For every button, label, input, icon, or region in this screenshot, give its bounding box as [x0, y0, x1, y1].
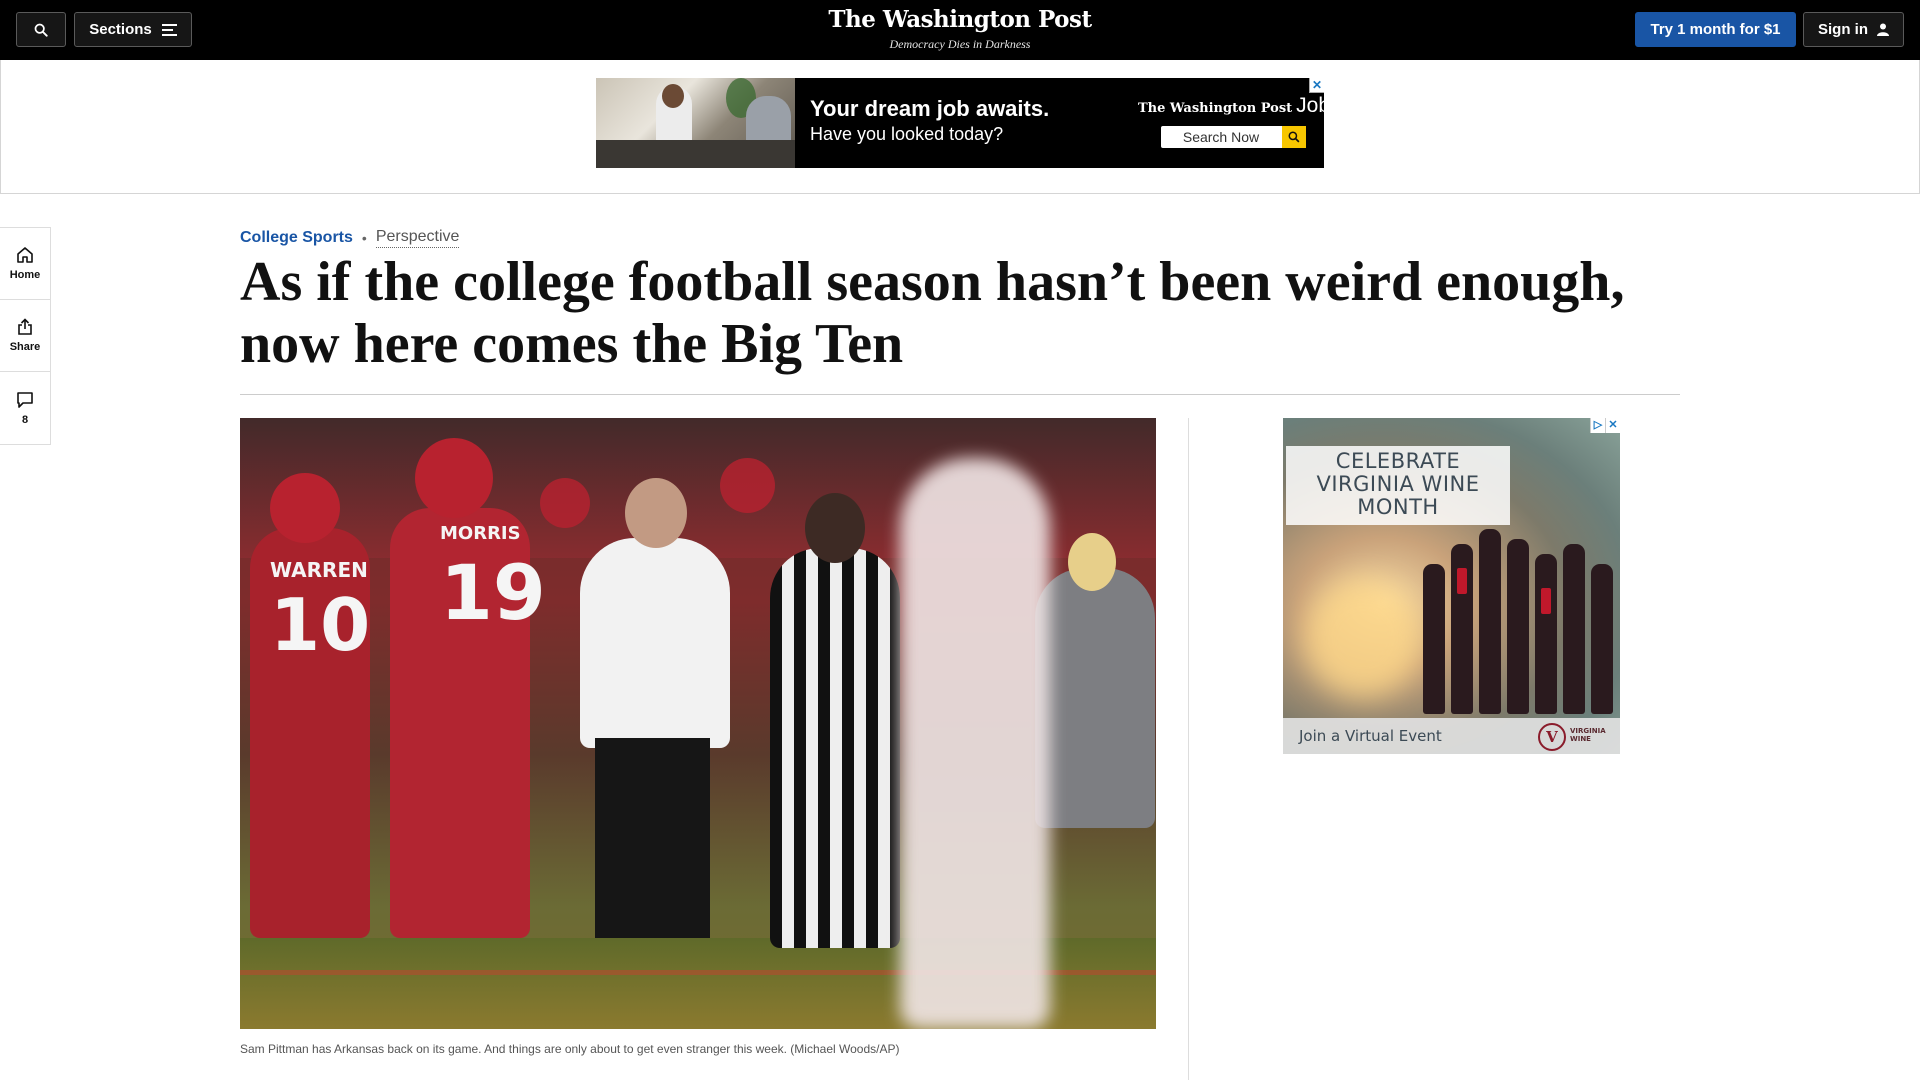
sign-in-label: Sign in	[1818, 21, 1868, 38]
user-icon	[1877, 23, 1889, 36]
ad-wine-title: CELEBRATE VIRGINIA WINE MONTH	[1286, 446, 1510, 525]
rail-comments-button[interactable]: 8	[0, 372, 50, 444]
ad-wine-footer: Join a Virtual Event V VIRGINIA WINE	[1283, 718, 1620, 754]
ad-brand: The Washington PostJobs	[1138, 94, 1324, 118]
sections-menu-button[interactable]: Sections	[74, 12, 192, 47]
ad-wine-event-label: Join a Virtual Event	[1299, 727, 1442, 745]
comment-icon	[17, 391, 33, 408]
hamburger-menu-icon	[161, 23, 177, 36]
top-navigation-bar: Sections The Washington Post Democracy D…	[0, 0, 1920, 60]
sign-in-button[interactable]: Sign in	[1803, 12, 1904, 47]
close-x-icon[interactable]: ✕	[1309, 78, 1324, 93]
virginia-wine-logo-text: VIRGINIA WINE	[1570, 727, 1606, 743]
ad-subline: Have you looked today?	[810, 124, 1004, 144]
article-headline: As if the college football season hasn’t…	[240, 251, 1625, 375]
sections-label: Sections	[89, 21, 152, 38]
rail-home-button[interactable]: Home	[0, 228, 50, 300]
rail-home-label: Home	[9, 269, 41, 281]
jersey-name-2: MORRIS	[440, 523, 521, 544]
kicker-separator: •	[361, 230, 367, 246]
rail-share-label: Share	[9, 341, 41, 353]
adchoices-icon[interactable]: ▷	[1590, 418, 1605, 433]
virginia-wine-logo: V	[1538, 723, 1566, 751]
jersey-name-1: WARREN	[270, 558, 368, 582]
jobs-banner-ad[interactable]: Your dream job awaits. Have you looked t…	[596, 78, 1324, 168]
site-logo[interactable]: The Washington Post	[760, 6, 1160, 34]
perspective-label[interactable]: Perspective	[375, 228, 460, 248]
adchoices-controls: ▷ ✕	[1590, 418, 1620, 433]
home-icon	[17, 247, 33, 263]
ad-headline: Your dream job awaits.	[810, 96, 1050, 121]
ad-search-now-button[interactable]: Search Now	[1161, 126, 1306, 148]
jersey-number-2: 19	[440, 548, 546, 637]
jersey-number-1: 10	[270, 583, 371, 667]
site-tagline: Democracy Dies in Darkness	[889, 37, 1031, 51]
subscribe-offer-button[interactable]: Try 1 month for $1	[1635, 12, 1796, 47]
close-x-icon[interactable]: ✕	[1605, 418, 1620, 433]
share-icon	[18, 318, 32, 335]
image-caption: Sam Pittman has Arkansas back on its gam…	[240, 1042, 900, 1056]
wine-month-ad[interactable]: CELEBRATE VIRGINIA WINE MONTH Join a Vir…	[1283, 418, 1620, 754]
left-action-rail: Home Share 8	[0, 227, 51, 445]
article-kicker: College Sports • Perspective	[240, 228, 460, 248]
rail-share-button[interactable]: Share	[0, 300, 50, 372]
ad-search-icon	[1282, 126, 1306, 148]
masthead[interactable]: The Washington Post Democracy Dies in Da…	[760, 6, 1160, 52]
article-hero-image[interactable]: WARREN 10 MORRIS 19	[240, 418, 1156, 1029]
search-button[interactable]	[16, 12, 66, 47]
header-divider	[240, 394, 1680, 395]
ad-search-label: Search Now	[1182, 129, 1260, 145]
search-icon	[34, 23, 48, 37]
comment-count: 8	[21, 413, 29, 426]
ad-handshake-photo	[596, 78, 795, 168]
ad-brand-suffix: Jobs	[1296, 94, 1324, 117]
section-link[interactable]: College Sports	[240, 229, 353, 247]
column-divider	[1188, 418, 1189, 1080]
ad-brand-name: The Washington Post	[1138, 101, 1293, 116]
